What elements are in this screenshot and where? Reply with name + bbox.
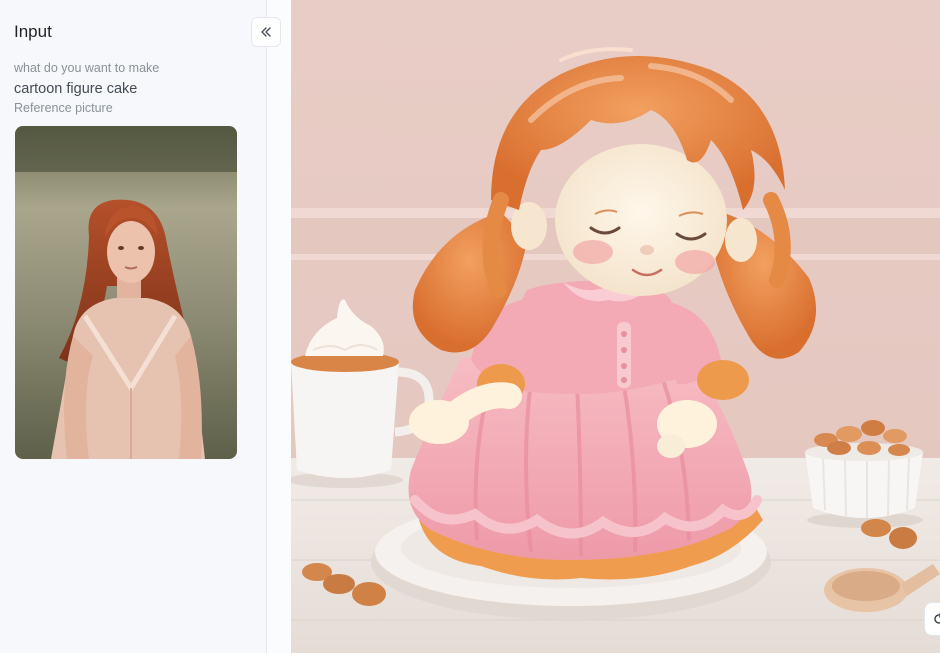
reference-picture-label: Reference picture	[14, 101, 113, 115]
refresh-icon	[934, 613, 940, 624]
generated-result-image[interactable]	[291, 0, 940, 653]
cartoon-figure-cake-image	[291, 0, 940, 653]
sidebar-title: Input	[14, 22, 52, 41]
input-sidebar: Input what do you want to make cartoon f…	[0, 0, 266, 653]
panel-gutter	[267, 0, 291, 653]
prompt-value: cartoon figure cake	[14, 81, 138, 97]
reference-picture[interactable]	[15, 126, 237, 459]
reference-photo-of-woman	[15, 126, 237, 459]
prompt-label: what do you want to make	[14, 61, 160, 75]
double-chevron-left-icon	[261, 27, 271, 37]
collapse-sidebar-button[interactable]	[251, 17, 281, 47]
floating-action-button[interactable]	[924, 602, 940, 636]
